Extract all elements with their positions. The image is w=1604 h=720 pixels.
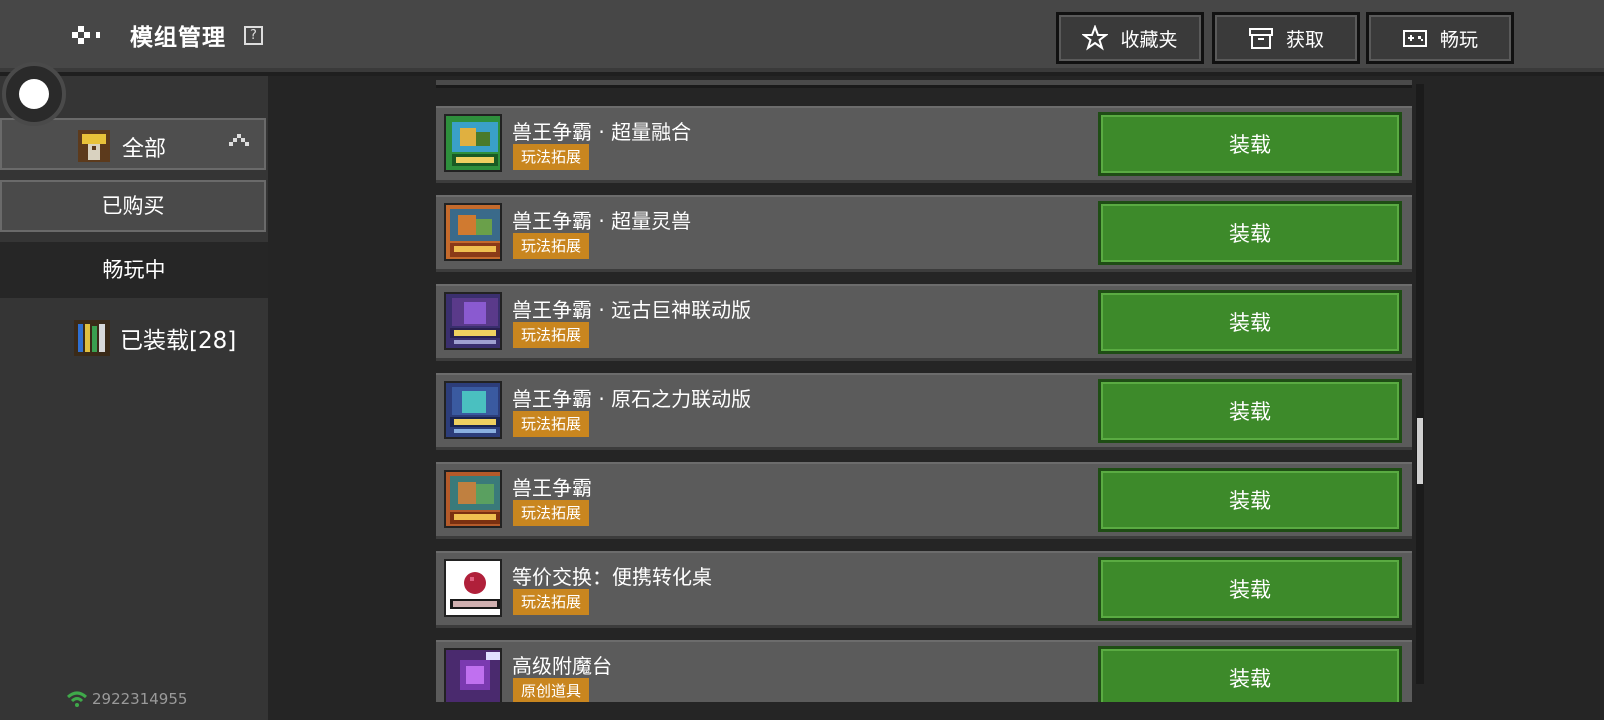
- star-icon: [1082, 25, 1109, 51]
- mod-tag: 玩法拓展: [513, 144, 590, 170]
- mod-thumbnail: [444, 648, 502, 702]
- mod-tag: 玩法拓展: [513, 411, 590, 437]
- mod-name: 高级附魔台: [512, 654, 612, 678]
- chevron-up-icon: [229, 134, 249, 146]
- mod-name: 兽王争霸 · 原石之力联动版: [512, 387, 752, 411]
- play-button[interactable]: 畅玩: [1366, 12, 1514, 64]
- mod-thumbnail: [444, 559, 502, 617]
- page-title: 模组管理: [130, 25, 226, 51]
- back-button[interactable]: [66, 18, 106, 54]
- mod-list[interactable]: 兽王争霸 · 超量融合 玩法拓展 装载 兽王争霸 · 超量灵兽 玩法拓展 装载 …: [436, 80, 1412, 702]
- box-icon: [1248, 28, 1273, 49]
- category-all[interactable]: 全部: [0, 118, 266, 170]
- load-button[interactable]: 装载: [1098, 468, 1402, 532]
- mod-thumbnail: [444, 470, 502, 528]
- chest-icon: [78, 130, 110, 162]
- favorites-button[interactable]: 收藏夹: [1056, 12, 1204, 64]
- mod-name: 兽王争霸 · 超量灵兽: [512, 209, 692, 233]
- mod-row: 等价交换：便携转化桌 玩法拓展 装载: [436, 551, 1412, 628]
- mod-name: 兽王争霸: [512, 476, 592, 500]
- mod-thumbnail: [444, 381, 502, 439]
- mod-tag: 玩法拓展: [513, 589, 590, 615]
- floating-ball-icon: [19, 79, 49, 109]
- load-button[interactable]: 装载: [1098, 112, 1402, 176]
- get-label: 获取: [1285, 28, 1324, 51]
- mod-row: 高级附魔台 原创道具 装载: [436, 640, 1412, 702]
- list-top-edge: [436, 80, 1412, 88]
- bookshelf-icon: [74, 320, 110, 356]
- installed-mods-item[interactable]: 已装载[28]: [74, 318, 236, 358]
- app-window: 模组管理 ? 收藏夹 获取 畅玩 全部 已购买 畅玩中 已装载[28] 2922…: [0, 0, 1604, 720]
- favorites-label: 收藏夹: [1120, 28, 1178, 51]
- load-button[interactable]: 装载: [1098, 646, 1402, 702]
- load-button[interactable]: 装载: [1098, 290, 1402, 354]
- sidebar: 全部 已购买 畅玩中 已装载[28] 2922314955: [0, 76, 268, 720]
- wifi-icon: [67, 691, 87, 707]
- mod-thumbnail: [444, 292, 502, 350]
- filter-playing[interactable]: 畅玩中: [0, 242, 268, 298]
- mod-name: 兽王争霸 · 远古巨神联动版: [512, 298, 752, 322]
- mod-name: 兽王争霸 · 超量融合: [512, 120, 692, 144]
- account-id: 2922314955: [92, 690, 188, 708]
- load-button[interactable]: 装载: [1098, 557, 1402, 621]
- help-icon[interactable]: ?: [244, 26, 263, 45]
- load-button[interactable]: 装载: [1098, 379, 1402, 443]
- mod-thumbnail: [444, 203, 502, 261]
- floating-ball-button[interactable]: [2, 62, 66, 126]
- installed-mods-label: 已装载[28]: [120, 328, 237, 354]
- mod-row: 兽王争霸 · 原石之力联动版 玩法拓展 装载: [436, 373, 1412, 450]
- mod-row: 兽王争霸 · 超量融合 玩法拓展 装载: [436, 106, 1412, 183]
- category-all-label: 全部: [122, 137, 167, 162]
- account-info: 2922314955: [66, 690, 187, 708]
- gamepad-icon: [1402, 30, 1427, 47]
- load-button[interactable]: 装载: [1098, 201, 1402, 265]
- mod-row: 兽王争霸 玩法拓展 装载: [436, 462, 1412, 539]
- top-bar: 模组管理 ? 收藏夹 获取 畅玩: [0, 0, 1604, 72]
- mod-row: 兽王争霸 · 超量灵兽 玩法拓展 装载: [436, 195, 1412, 272]
- filter-purchased[interactable]: 已购买: [0, 180, 266, 232]
- mod-row: 兽王争霸 · 远古巨神联动版 玩法拓展 装载: [436, 284, 1412, 361]
- list-scrollbar[interactable]: [1416, 84, 1424, 684]
- mod-name: 等价交换：便携转化桌: [512, 565, 712, 589]
- mod-tag: 原创道具: [513, 678, 590, 702]
- mod-tag: 玩法拓展: [513, 500, 590, 526]
- get-button[interactable]: 获取: [1212, 12, 1360, 64]
- mod-tag: 玩法拓展: [513, 322, 590, 348]
- mod-tag: 玩法拓展: [513, 233, 590, 259]
- mod-thumbnail: [444, 114, 502, 172]
- back-arrow-icon: [72, 26, 100, 44]
- play-label: 畅玩: [1439, 28, 1478, 51]
- list-scroll-thumb[interactable]: [1417, 418, 1423, 484]
